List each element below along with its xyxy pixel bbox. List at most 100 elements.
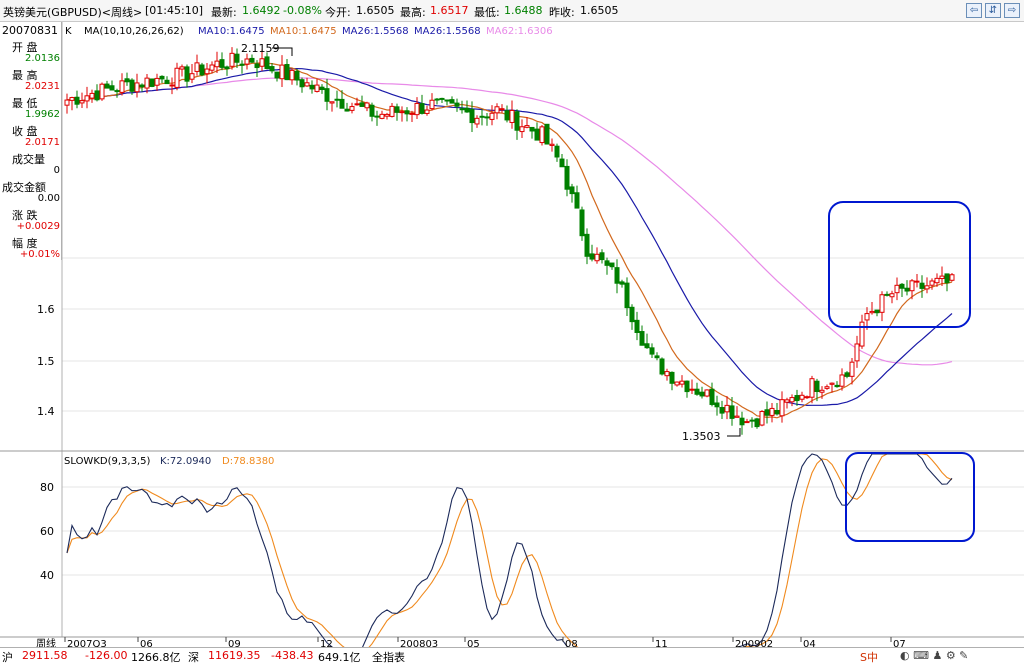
candle-body xyxy=(904,287,910,292)
candle-48 xyxy=(304,77,310,87)
candle-176 xyxy=(944,273,950,292)
candle-body xyxy=(554,145,560,158)
extra-link[interactable]: 全指表 xyxy=(372,649,405,663)
candle-36 xyxy=(244,53,250,70)
ytick-1.4: 1.4 xyxy=(37,405,55,418)
candle-body xyxy=(399,111,405,114)
candle-body xyxy=(454,102,460,107)
candle-78 xyxy=(454,98,460,112)
candle-20 xyxy=(164,76,170,85)
candle-41 xyxy=(269,63,275,74)
candle-body xyxy=(794,395,800,402)
candle-53 xyxy=(329,101,335,112)
candle-103 xyxy=(579,206,585,241)
candle-body xyxy=(834,384,840,388)
candle-85 xyxy=(489,105,495,126)
candle-body xyxy=(529,126,535,132)
xtick-label-7: 11 xyxy=(655,639,668,647)
candle-body xyxy=(99,83,105,100)
candle-body xyxy=(474,117,480,125)
candle-body xyxy=(754,418,760,428)
candle-body xyxy=(199,64,205,76)
tray-icons[interactable]: ◐ ⌨ ♟ ⚙ ✎ xyxy=(900,649,968,662)
candle-56 xyxy=(344,102,350,112)
candle-70 xyxy=(414,97,420,120)
candle-body xyxy=(734,415,740,418)
candle-body xyxy=(484,116,490,119)
sh-change: -126.00 xyxy=(85,649,128,662)
sh-amount: 1266.8亿 xyxy=(131,651,181,663)
candle-body xyxy=(394,106,400,113)
weekly-candlestick-chart[interactable]: K MA(10,10,26,26,62) MA10:1.6475 MA10:1.… xyxy=(0,0,1024,647)
candle-body xyxy=(409,112,415,115)
candle-131 xyxy=(719,400,725,419)
candle-101 xyxy=(569,183,575,203)
candle-102 xyxy=(574,185,580,209)
candle-body xyxy=(649,347,655,355)
candle-body xyxy=(194,62,200,72)
candle-92 xyxy=(524,116,530,129)
candle-body xyxy=(204,68,210,75)
candle-body xyxy=(309,84,315,90)
candle-172 xyxy=(924,277,930,294)
candle-148 xyxy=(804,395,810,400)
candle-105 xyxy=(589,244,595,262)
candle-body xyxy=(584,233,590,257)
candle-126 xyxy=(694,382,700,396)
candle-body xyxy=(809,378,815,398)
candle-body xyxy=(469,109,475,124)
candle-body xyxy=(864,313,870,321)
candle-body xyxy=(74,96,80,105)
candle-body xyxy=(729,405,735,419)
candle-body xyxy=(669,371,675,384)
candle-body xyxy=(494,106,500,114)
candle-117 xyxy=(649,343,655,358)
price-highlight-box xyxy=(828,201,971,328)
candle-body xyxy=(609,262,615,268)
candle-37 xyxy=(249,54,255,64)
candle-body xyxy=(144,77,150,89)
candle-body xyxy=(684,380,690,393)
candle-173 xyxy=(929,278,935,290)
xtick-label-3: 12 xyxy=(320,639,333,647)
candle-132 xyxy=(724,396,730,420)
candle-86 xyxy=(494,103,500,120)
candle-body xyxy=(479,115,485,118)
candle-body xyxy=(104,83,110,89)
candle-93 xyxy=(529,126,535,139)
candle-body xyxy=(499,108,505,111)
candle-130 xyxy=(714,395,720,416)
candle-110 xyxy=(614,259,620,294)
candle-body xyxy=(389,105,395,117)
x-axis-ticks: 2007Q3 06 09 12 200803 05 08 11 200902 04 07 xyxy=(64,637,906,647)
candle-body xyxy=(949,274,955,281)
candle-body xyxy=(769,407,775,416)
candle-body xyxy=(444,99,450,102)
candle-body xyxy=(664,371,670,377)
candle-body xyxy=(614,267,620,284)
candle-125 xyxy=(689,379,695,394)
candle-170 xyxy=(914,273,920,288)
candle-167 xyxy=(899,282,905,297)
candle-73 xyxy=(429,93,435,111)
candle-body xyxy=(884,293,890,296)
candle-body xyxy=(439,97,445,100)
candle-63 xyxy=(379,110,385,120)
candle-body xyxy=(424,109,430,114)
candle-body xyxy=(314,84,320,92)
candle-body xyxy=(134,82,140,93)
ime-icon[interactable]: S中 xyxy=(860,649,878,663)
candle-113 xyxy=(629,304,635,330)
candle-84 xyxy=(484,112,490,126)
candles xyxy=(64,47,955,435)
candle-body xyxy=(369,104,375,117)
candle-body xyxy=(899,283,905,289)
sz-amount: 649.1亿 xyxy=(318,651,361,663)
candle-body xyxy=(814,380,820,392)
candle-body xyxy=(784,399,790,403)
candle-108 xyxy=(604,257,610,275)
ytick-1.6: 1.6 xyxy=(37,303,55,316)
candle-body xyxy=(84,95,90,102)
candle-149 xyxy=(809,375,815,404)
candle-154 xyxy=(834,381,840,388)
